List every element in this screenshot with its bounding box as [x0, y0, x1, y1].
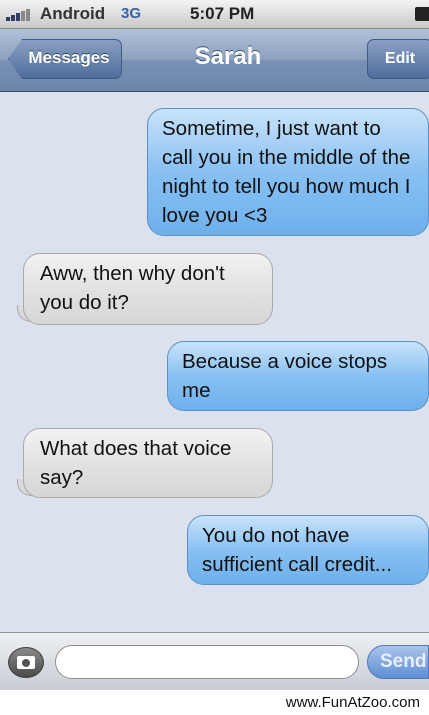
battery-icon: [415, 7, 429, 21]
message-bubble-outgoing[interactable]: Because a voice stops me: [167, 341, 429, 411]
signal-strength-icon: [6, 9, 32, 21]
edit-button[interactable]: Edit: [367, 39, 429, 79]
conversation-title: Sarah: [194, 43, 262, 70]
carrier-name: Android: [40, 4, 106, 23]
camera-lens: [21, 658, 31, 668]
status-time: 5:07 PM: [190, 4, 255, 23]
watermark: www.FunAtZoo.com: [0, 690, 429, 715]
back-button-label[interactable]: Messages: [19, 48, 119, 68]
camera-icon[interactable]: [8, 647, 44, 678]
message-bubble-incoming[interactable]: Aww, then why don't you do it?: [23, 253, 273, 325]
send-button[interactable]: Send: [367, 645, 429, 679]
message-bubble-incoming[interactable]: What does that voice say?: [23, 428, 273, 498]
watermark-text: www.FunAtZoo.com: [285, 694, 420, 711]
status-bar: Android 3G 5:07 PM: [0, 0, 429, 29]
network-type: 3G: [121, 5, 142, 22]
message-bubble-outgoing[interactable]: Sometime, I just want to call you in the…: [147, 108, 429, 236]
message-bubble-outgoing[interactable]: You do not have sufficient call credit..…: [187, 515, 429, 585]
message-input[interactable]: [55, 645, 359, 679]
